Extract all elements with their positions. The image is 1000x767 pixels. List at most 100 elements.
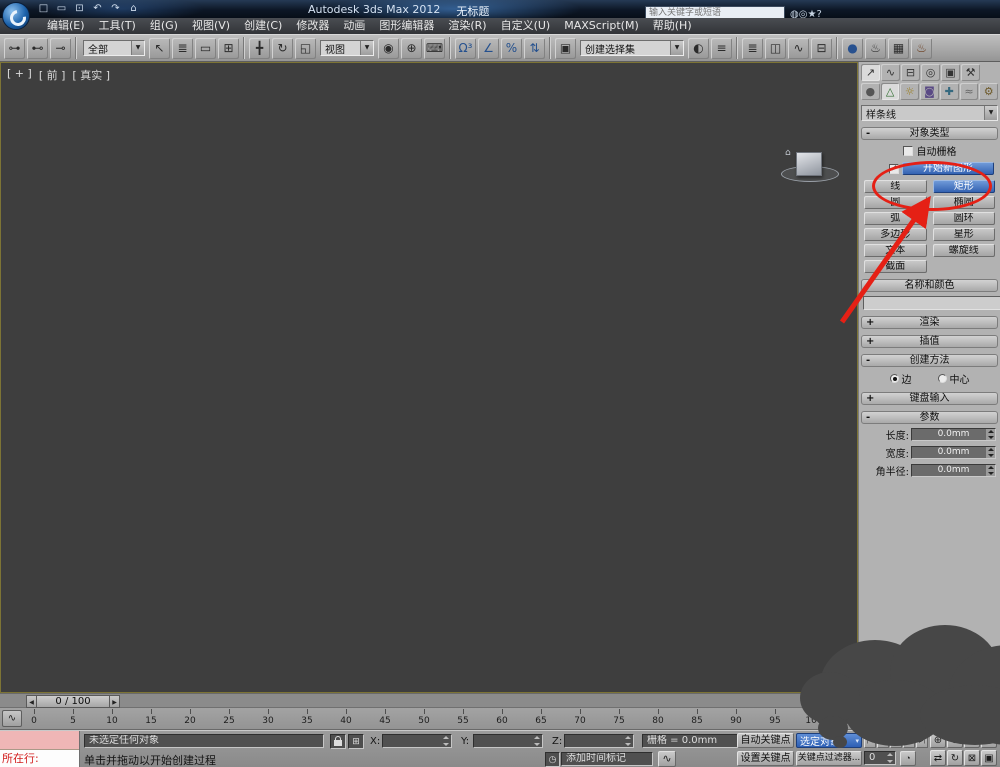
- width-field-spinner[interactable]: [986, 447, 995, 458]
- cameras-tab[interactable]: ◙: [920, 83, 939, 100]
- selection-filter-dropdown[interactable]: 全部 ▼: [83, 40, 145, 56]
- new-scene-icon[interactable]: □: [36, 2, 51, 16]
- display-tab[interactable]: ▣: [941, 64, 960, 81]
- length-field-spinner[interactable]: [986, 429, 995, 440]
- systems-tab[interactable]: ⚙: [979, 83, 998, 100]
- snap-toggle-3d-icon[interactable]: Ω³: [455, 38, 476, 59]
- shapes-tab[interactable]: △: [880, 83, 900, 100]
- menu-customize[interactable]: 自定义(U): [494, 18, 558, 34]
- lights-tab[interactable]: ☼: [900, 83, 919, 100]
- select-and-scale-icon[interactable]: ◱: [295, 38, 316, 59]
- undo-icon[interactable]: ↶: [90, 2, 105, 16]
- autogrid-checkbox[interactable]: [902, 145, 913, 156]
- absolute-mode-toggle[interactable]: ⊞: [348, 734, 364, 749]
- graphite-ribbon-icon[interactable]: ◫: [765, 38, 786, 59]
- rollout-creation-method-header[interactable]: 创建方法: [861, 354, 998, 367]
- rectangle-button[interactable]: 矩形: [932, 180, 995, 193]
- track-bar[interactable]: ∿ 0 5 10 15 20 25 30 35 40 45 50 55 60 65 70 75 80 85 90 95…: [0, 708, 858, 730]
- geometry-tab[interactable]: ●: [861, 83, 880, 100]
- donut-button[interactable]: 圆环: [932, 212, 995, 225]
- y-spinner[interactable]: [533, 736, 541, 746]
- rendered-frame-window-icon[interactable]: ▦: [888, 38, 909, 59]
- select-object-icon[interactable]: ↖: [149, 38, 170, 59]
- text-button[interactable]: 文本: [864, 244, 927, 257]
- set-key-button[interactable]: 设置关键点: [737, 751, 794, 766]
- star-button[interactable]: 星形: [932, 228, 995, 241]
- menu-rendering[interactable]: 渲染(R): [441, 18, 493, 34]
- rollout-object-type-header[interactable]: 对象类型: [861, 127, 998, 140]
- create-tab[interactable]: ↗: [861, 64, 880, 81]
- start-new-shape-button[interactable]: 开始新图形: [902, 162, 994, 175]
- add-time-tag-field[interactable]: 添加时间标记: [561, 752, 653, 766]
- rollout-keyboard-entry-header[interactable]: 键盘输入: [861, 392, 998, 405]
- previous-frame-arrow[interactable]: ◀: [26, 695, 37, 708]
- rollout-parameters-header[interactable]: 参数: [861, 411, 998, 424]
- center-radio[interactable]: 中心: [937, 371, 970, 386]
- named-selection-sets-dropdown[interactable]: 创建选择集 ▼: [580, 40, 684, 56]
- edge-radio[interactable]: 边: [889, 371, 912, 386]
- window-crossing-toggle-icon[interactable]: ⊞: [218, 38, 239, 59]
- corner-radius-field[interactable]: 0.0mm: [911, 464, 996, 477]
- keyboard-override-toggle-icon[interactable]: ⌨: [424, 38, 445, 59]
- menu-modifiers[interactable]: 修改器: [289, 18, 336, 34]
- infocenter-search-input[interactable]: [645, 5, 785, 19]
- viewcube[interactable]: [796, 152, 822, 176]
- utilities-tab[interactable]: ⚒: [961, 64, 980, 81]
- rollout-name-color-header[interactable]: 名称和颜色: [861, 279, 998, 292]
- render-setup-icon[interactable]: ♨: [865, 38, 886, 59]
- schematic-view-icon[interactable]: ⊟: [811, 38, 832, 59]
- rectangular-selection-region-icon[interactable]: ▭: [195, 38, 216, 59]
- space-warps-tab[interactable]: ≈: [960, 83, 979, 100]
- modify-tab[interactable]: ∿: [881, 64, 900, 81]
- viewport-front[interactable]: + 前 真实 ⌂: [0, 62, 858, 730]
- align-icon[interactable]: ≡: [711, 38, 732, 59]
- mirror-icon[interactable]: ◐: [688, 38, 709, 59]
- select-by-name-icon[interactable]: ≣: [172, 38, 193, 59]
- y-coordinate-field[interactable]: [473, 734, 543, 748]
- unlink-selection-icon[interactable]: ⊷: [27, 38, 48, 59]
- select-and-manipulate-icon[interactable]: ⊕: [401, 38, 422, 59]
- corner-radius-field-spinner[interactable]: [986, 465, 995, 476]
- frame-spinner[interactable]: [886, 753, 894, 763]
- zoom-region-button[interactable]: ⊠: [964, 750, 980, 766]
- menu-create[interactable]: 创建(C): [237, 18, 289, 34]
- select-and-rotate-icon[interactable]: ↻: [272, 38, 293, 59]
- pan-view-button[interactable]: ⇄: [930, 750, 946, 766]
- select-and-link-icon[interactable]: ⊶: [4, 38, 25, 59]
- time-slider-track[interactable]: ◀ 0 / 100 ▶: [0, 693, 858, 708]
- width-field[interactable]: 0.0mm: [911, 446, 996, 459]
- viewport-view-button[interactable]: 前: [39, 67, 66, 83]
- redo-icon[interactable]: ↷: [108, 2, 123, 16]
- menu-help[interactable]: 帮助(H): [646, 18, 699, 34]
- maximize-viewport-toggle[interactable]: ▣: [981, 750, 997, 766]
- hierarchy-tab[interactable]: ⊟: [901, 64, 920, 81]
- menu-animation[interactable]: 动画: [336, 18, 372, 34]
- auto-key-button[interactable]: 自动关键点: [737, 733, 794, 748]
- z-spinner[interactable]: [624, 736, 632, 746]
- motion-tab[interactable]: ◎: [921, 64, 940, 81]
- circle-button[interactable]: 圆: [864, 196, 927, 209]
- ngon-button[interactable]: 多边形: [864, 228, 927, 241]
- percent-snap-toggle-icon[interactable]: %: [501, 38, 522, 59]
- shape-category-dropdown[interactable]: 样条线 ▼: [861, 105, 998, 121]
- use-pivot-center-icon[interactable]: ◉: [378, 38, 399, 59]
- viewport-menu-button[interactable]: +: [7, 67, 32, 83]
- edit-named-selection-sets-icon[interactable]: ▣: [555, 38, 576, 59]
- start-new-shape-checkbox[interactable]: ✓: [889, 163, 899, 174]
- render-production-icon[interactable]: ♨: [911, 38, 932, 59]
- x-coordinate-field[interactable]: [382, 734, 452, 748]
- open-mini-curve-editor-button[interactable]: ∿: [2, 710, 22, 727]
- helix-button[interactable]: 螺旋线: [932, 244, 995, 257]
- menu-edit[interactable]: 编辑(E): [40, 18, 92, 34]
- spinner-snap-toggle-icon[interactable]: ⇅: [524, 38, 545, 59]
- object-name-input[interactable]: [863, 295, 1000, 310]
- curve-icon[interactable]: ∿: [658, 751, 676, 767]
- z-coordinate-field[interactable]: [564, 734, 634, 748]
- helpers-tab[interactable]: ✚: [940, 83, 959, 100]
- viewcube-home-icon[interactable]: ⌂: [785, 148, 791, 158]
- menu-maxscript[interactable]: MAXScript(M): [557, 18, 646, 34]
- menu-graph-editors[interactable]: 图形编辑器: [372, 18, 441, 34]
- menu-tools[interactable]: 工具(T): [92, 18, 143, 34]
- project-folder-icon[interactable]: ⌂: [126, 2, 141, 16]
- save-file-icon[interactable]: ⊡: [72, 2, 87, 16]
